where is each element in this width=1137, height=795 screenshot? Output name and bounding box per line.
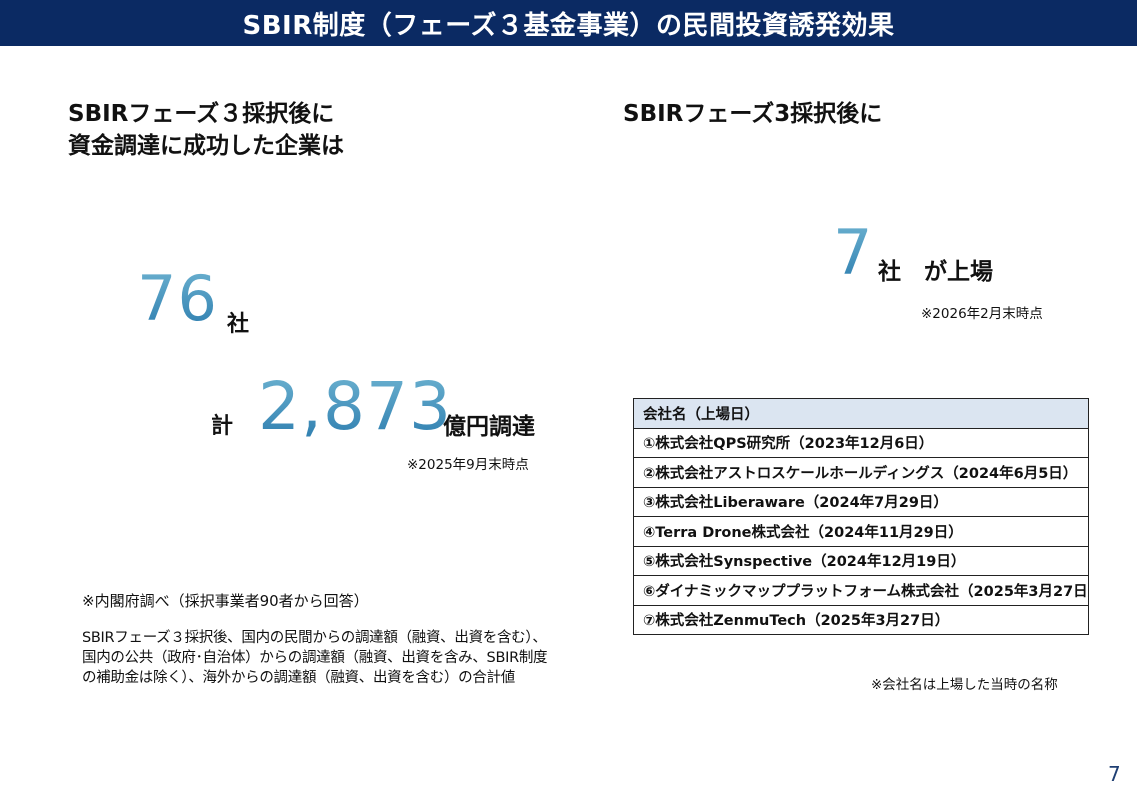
table-row: ⑦株式会社ZenmuTech（2025年3月27日） [633,604,1089,635]
survey-note: ※内閣府調べ（採択事業者90者から回答） [82,592,369,610]
left-heading: SBIRフェーズ３採択後に 資金調達に成功した企業は [68,98,344,162]
table-row: ⑥ダイナミックマッププラットフォーム株式会社（2025年3月27日） [633,575,1089,606]
funding-as-of-note: ※2025年9月末時点 [407,457,529,473]
companies-count: 76 [137,262,218,335]
company-names-note: ※会社名は上場した当時の名称 [871,677,1058,693]
right-heading: SBIRフェーズ3採択後に [623,101,883,127]
table-row: ①株式会社QPS研究所（2023年12月6日） [633,427,1089,458]
table-row: ④Terra Drone株式会社（2024年11月29日） [633,516,1089,547]
listing-as-of-note: ※2026年2月末時点 [921,306,1043,322]
page-title: SBIR制度（フェーズ３基金事業）の民間投資誘発効果 [242,10,895,41]
definition-note: SBIRフェーズ３採択後、国内の民間からの調達額（融資、出資を含む）、国内の公共… [82,630,548,686]
table-row: ⑤株式会社Synspective（2024年12月19日） [633,545,1089,576]
table-row: ③株式会社Liberaware（2024年7月29日） [633,486,1089,517]
listed-unit: 社 が上場 [878,259,993,285]
table-cell: ⑤株式会社Synspective（2024年12月19日） [633,545,1089,576]
total-prefix: 計 [211,414,234,439]
table-header-cell: 会社名（上場日） [633,398,1089,429]
listed-companies-table: 会社名（上場日） ①株式会社QPS研究所（2023年12月6日） ②株式会社アス… [633,398,1089,635]
table-cell: ⑥ダイナミックマッププラットフォーム株式会社（2025年3月27日） [633,575,1089,606]
page-number: 7 [1108,762,1121,786]
table-cell: ①株式会社QPS研究所（2023年12月6日） [633,427,1089,458]
left-heading-line1: SBIRフェーズ３採択後に [68,101,335,127]
table-cell: ③株式会社Liberaware（2024年7月29日） [633,486,1089,517]
table-cell: ②株式会社アストロスケールホールディングス（2024年6月5日） [633,457,1089,488]
companies-unit: 社 [227,312,250,337]
total-amount: 2,873 [258,368,452,445]
table-cell: ④Terra Drone株式会社（2024年11月29日） [633,516,1089,547]
total-suffix: 億円調達 [443,414,535,440]
title-bar: SBIR制度（フェーズ３基金事業）の民間投資誘発効果 [0,0,1137,46]
table-cell: ⑦株式会社ZenmuTech（2025年3月27日） [633,604,1089,635]
listed-count: 7 [833,216,873,289]
table-row: ②株式会社アストロスケールホールディングス（2024年6月5日） [633,457,1089,488]
left-heading-line2: 資金調達に成功した企業は [68,133,344,159]
table-header-row: 会社名（上場日） [633,398,1089,429]
